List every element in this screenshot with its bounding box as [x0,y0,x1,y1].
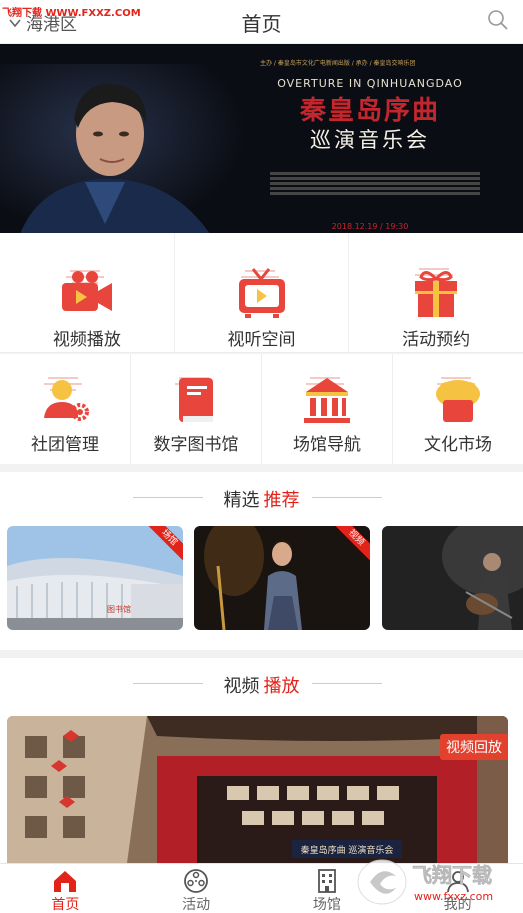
building-icon [304,377,350,423]
grid-item-av-space[interactable]: 视听空间 [175,233,350,352]
home-icon [54,871,77,892]
grid-item-activity-booking[interactable]: 活动预约 [349,233,523,352]
user-gear-icon [44,377,89,421]
video-section: 视频 播放 秦皇岛序曲 巡演音乐会 视频回放 [0,658,523,863]
section-title-part2: 推荐 [263,490,300,511]
banner-organizer-text: 主办 / 秦皇岛市文化广电新闻出版 / 承办 / 秦皇岛交响乐团 [260,60,416,67]
book-icon [175,377,213,422]
section-title-part2: 播放 [263,676,300,697]
grid-item-label: 数字图书馆 [153,435,239,455]
svg-text:飞翔下载: 飞翔下载 [412,863,492,887]
cake-icon [436,377,480,422]
guitarist-photo [382,526,523,630]
grid-item-digital-library[interactable]: 数字图书馆 [131,354,262,464]
banner-subtitle-cn: 巡演音乐会 [310,128,430,152]
featured-section: 精选 推荐 图书馆 场馆 视频 [0,472,523,650]
section-title-part1: 视频 [223,676,260,697]
svg-text:图书馆: 图书馆 [107,604,131,614]
gift-icon [415,268,458,317]
film-reel-icon [184,869,209,893]
venue-photo: 图书馆 [7,526,183,630]
banner-info-lines [270,170,480,198]
nav-item-home[interactable]: 首页 [0,864,131,913]
feature-grid-top: 视频播放 视听空间 活动预约 [0,233,523,353]
performer-photo [0,64,245,233]
svg-text:www.fxxz.com: www.fxxz.com [414,890,493,903]
grid-item-label: 视频播放 [52,330,121,350]
grid-item-label: 场馆导航 [293,435,361,455]
banner-title-en: OVERTURE IN QINHUANGDAO [277,77,463,90]
video-replay-tag: 视频回放 [440,734,508,760]
grid-item-club-management[interactable]: 社团管理 [0,354,131,464]
concert-hall-photo: 秦皇岛序曲 巡演音乐会 [7,716,508,863]
grid-item-label: 文化市场 [424,435,492,455]
featured-card-guitarist[interactable] [382,526,523,630]
grid-item-venue-navigation[interactable]: 场馆导航 [262,354,393,464]
video-camera-icon [61,270,112,311]
building-grid-icon [317,869,336,893]
nav-item-activity[interactable]: 活动 [131,864,262,913]
grid-item-video-play[interactable]: 视频播放 [0,233,175,352]
tv-icon [238,268,285,318]
grid-item-label: 活动预约 [402,330,471,350]
section-title: 精选 推荐 [0,486,523,512]
featured-card-venue[interactable]: 图书馆 场馆 [7,526,183,630]
watermark-logo: 飞翔下载 www.fxxz.com [357,859,493,905]
grid-item-label: 社团管理 [31,435,99,455]
section-title: 视频 播放 [0,672,523,698]
grid-item-label: 视听空间 [227,330,296,350]
feature-grid-bottom: 社团管理 数字图书馆 场馆导航 文化市场 [0,354,523,464]
search-icon[interactable] [487,9,509,31]
nav-label: 活动 [182,897,211,913]
featured-card-video[interactable]: 视频 [194,526,370,630]
banner-carousel[interactable]: 主办 / 秦皇岛市文化广电新闻出版 / 承办 / 秦皇岛交响乐团 OVERTUR… [0,44,523,233]
banner-title-cn: 秦皇岛序曲 [299,96,440,126]
grid-item-culture-market[interactable]: 文化市场 [393,354,523,464]
watermark-top: 飞翔下载 WWW.FXXZ.COM [2,8,141,19]
banner-date: 2018.12.19 / 19:30 [331,222,409,231]
video-thumbnail[interactable]: 秦皇岛序曲 巡演音乐会 视频回放 [7,716,508,863]
section-title-part1: 精选 [223,490,260,511]
nav-label: 首页 [51,897,80,913]
singer-photo [194,526,370,630]
